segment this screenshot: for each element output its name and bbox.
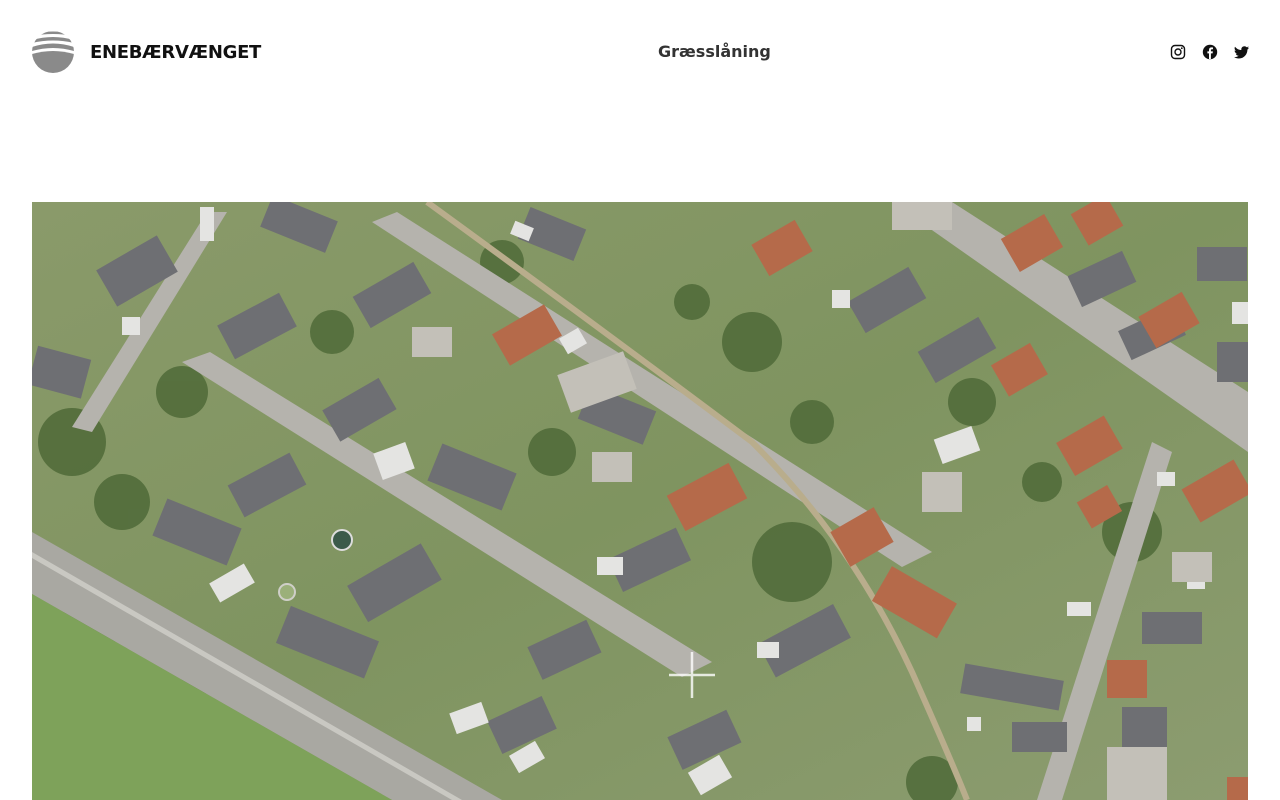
twitter-icon: [1234, 46, 1249, 59]
site-header: ENEBÆRVÆNGET Græsslåning: [0, 0, 1280, 105]
main-nav: Græsslåning: [658, 42, 771, 61]
nav-item-graesslaaning[interactable]: Græsslåning: [658, 42, 771, 61]
hero-aerial-image: [32, 202, 1248, 800]
site-logo-icon: [32, 31, 74, 73]
instagram-link[interactable]: [1170, 44, 1186, 60]
aerial-map-image: [32, 202, 1248, 800]
twitter-link[interactable]: [1234, 44, 1250, 60]
facebook-icon: [1202, 44, 1218, 60]
facebook-link[interactable]: [1202, 44, 1218, 60]
site-brand-link[interactable]: ENEBÆRVÆNGET: [32, 31, 261, 73]
instagram-icon: [1170, 44, 1186, 60]
site-title: ENEBÆRVÆNGET: [90, 41, 262, 63]
social-links: [1170, 44, 1250, 60]
